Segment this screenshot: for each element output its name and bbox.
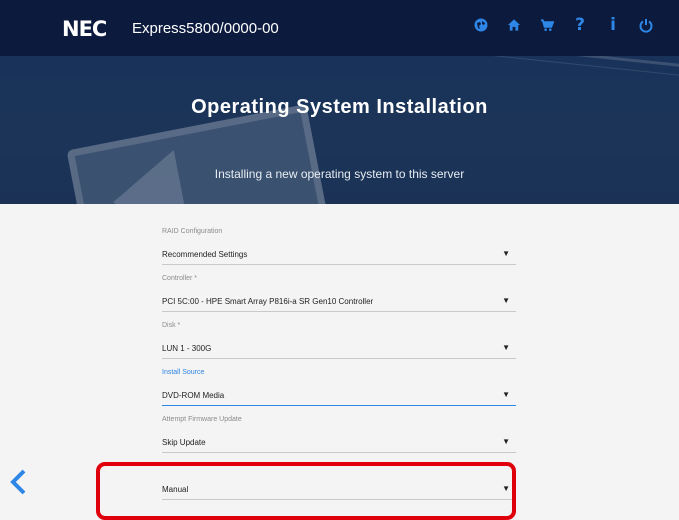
server-model: Express5800/0000-00 [132,20,279,37]
field-underline [162,311,516,312]
raid-configuration-select[interactable]: RAID Configuration Recommended Settings … [162,222,516,269]
dropdown-arrow-icon: ▼ [502,249,510,258]
back-arrow-icon[interactable] [8,468,28,496]
top-bar: NEC Express5800/0000-00 ? i [0,0,679,56]
hero-banner: Operating System Installation Installing… [0,56,679,204]
field-value: DVD-ROM Media [162,391,225,400]
dropdown-arrow-icon: ▼ [502,437,510,446]
header-icons: ? i [474,14,653,36]
field-underline [162,358,516,359]
cart-icon[interactable] [540,14,554,36]
nec-logo: NEC [62,17,107,41]
field-value: Skip Update [162,438,206,447]
globe-icon[interactable] [474,14,488,36]
power-icon[interactable] [639,14,653,36]
field-label: Attempt Firmware Update [162,416,242,423]
info-icon[interactable]: i [606,14,620,36]
field-label: RAID Configuration [162,228,223,235]
page-title: Operating System Installation [191,96,488,118]
field-label: Install Source [162,369,205,376]
home-icon[interactable] [507,14,521,36]
install-source-select[interactable]: Install Source DVD-ROM Media ▼ [162,363,516,410]
highlight-box [96,462,516,520]
field-underline [162,452,516,453]
disk-select[interactable]: Disk * LUN 1 - 300G ▼ [162,316,516,363]
field-value: Recommended Settings [162,250,248,259]
firmware-update-select[interactable]: Attempt Firmware Update Skip Update ▼ [162,410,516,457]
dropdown-arrow-icon: ▼ [502,343,510,352]
hero-overlay [0,56,679,204]
dropdown-arrow-icon: ▼ [502,296,510,305]
field-label: Disk * [162,322,181,329]
help-icon[interactable]: ? [573,14,587,36]
field-label: Controller * [162,275,198,282]
page-subtitle: Installing a new operating system to thi… [214,167,465,181]
controller-select[interactable]: Controller * PCI 5C:00 - HPE Smart Array… [162,269,516,316]
field-underline [162,405,516,406]
field-value: PCI 5C:00 - HPE Smart Array P816i-a SR G… [162,297,374,306]
field-underline [162,264,516,265]
dropdown-arrow-icon: ▼ [502,390,510,399]
field-value: LUN 1 - 300G [162,344,212,353]
